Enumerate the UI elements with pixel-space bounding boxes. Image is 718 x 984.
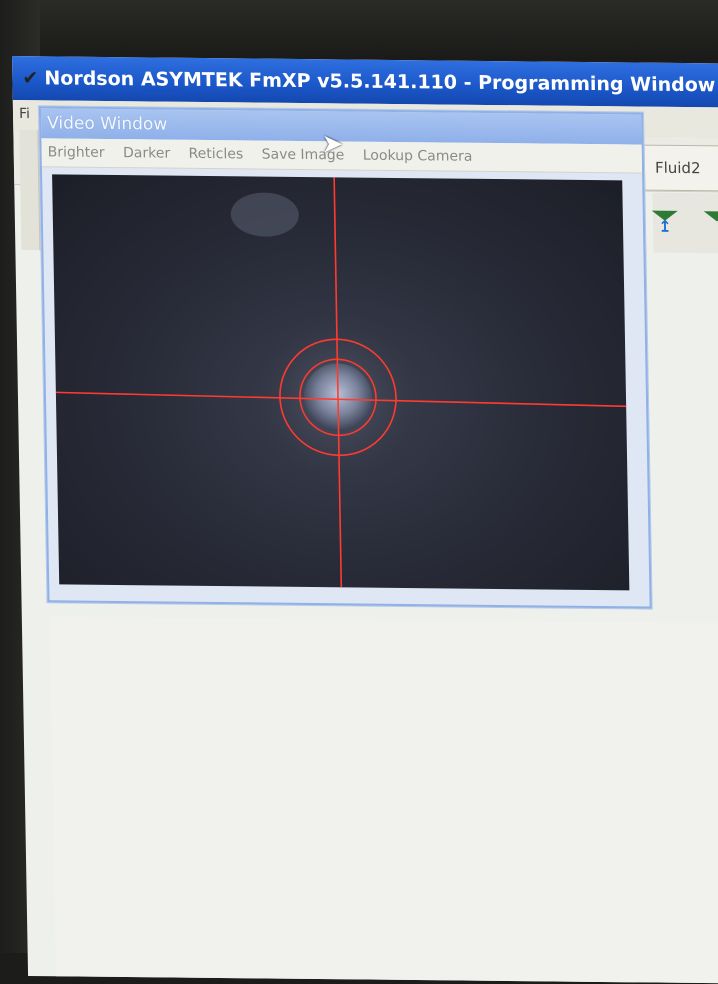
fluid-selector[interactable]: Fluid2 <box>643 144 718 192</box>
menu-darker[interactable]: Darker <box>123 145 170 161</box>
video-window: Video Window Brighter Darker Reticles Sa… <box>38 106 652 609</box>
monitor-bezel-top <box>0 0 718 60</box>
tool-button-2[interactable] <box>703 211 718 237</box>
app-icon: ✔ <box>22 67 39 90</box>
camera-overlay <box>55 177 627 588</box>
arrow-up-icon: ↥ <box>658 216 672 236</box>
screen: ✔ Nordson ASYMTEK FmXP v5.5.141.110 - Pro… <box>12 56 718 984</box>
move-up-tool-button[interactable]: ↥ <box>651 210 679 237</box>
camera-view[interactable] <box>52 174 630 591</box>
menu-brighter[interactable]: Brighter <box>48 144 105 161</box>
left-toolbar-strip <box>19 130 41 251</box>
menu-reticles[interactable]: Reticles <box>188 146 243 163</box>
menu-lookup-camera[interactable]: Lookup Camera <box>363 148 473 165</box>
mouse-pointer-icon: ➤ <box>321 129 344 160</box>
main-window-titlebar[interactable]: ✔ Nordson ASYMTEK FmXP v5.5.141.110 - Pro… <box>12 56 718 108</box>
program-area <box>49 616 718 984</box>
green-triangle-icon <box>703 211 718 222</box>
debris-spot <box>230 192 299 237</box>
main-window-title: Nordson ASYMTEK FmXP v5.5.141.110 - Prog… <box>44 67 716 97</box>
menu-file-partial[interactable]: Fi <box>19 106 30 122</box>
